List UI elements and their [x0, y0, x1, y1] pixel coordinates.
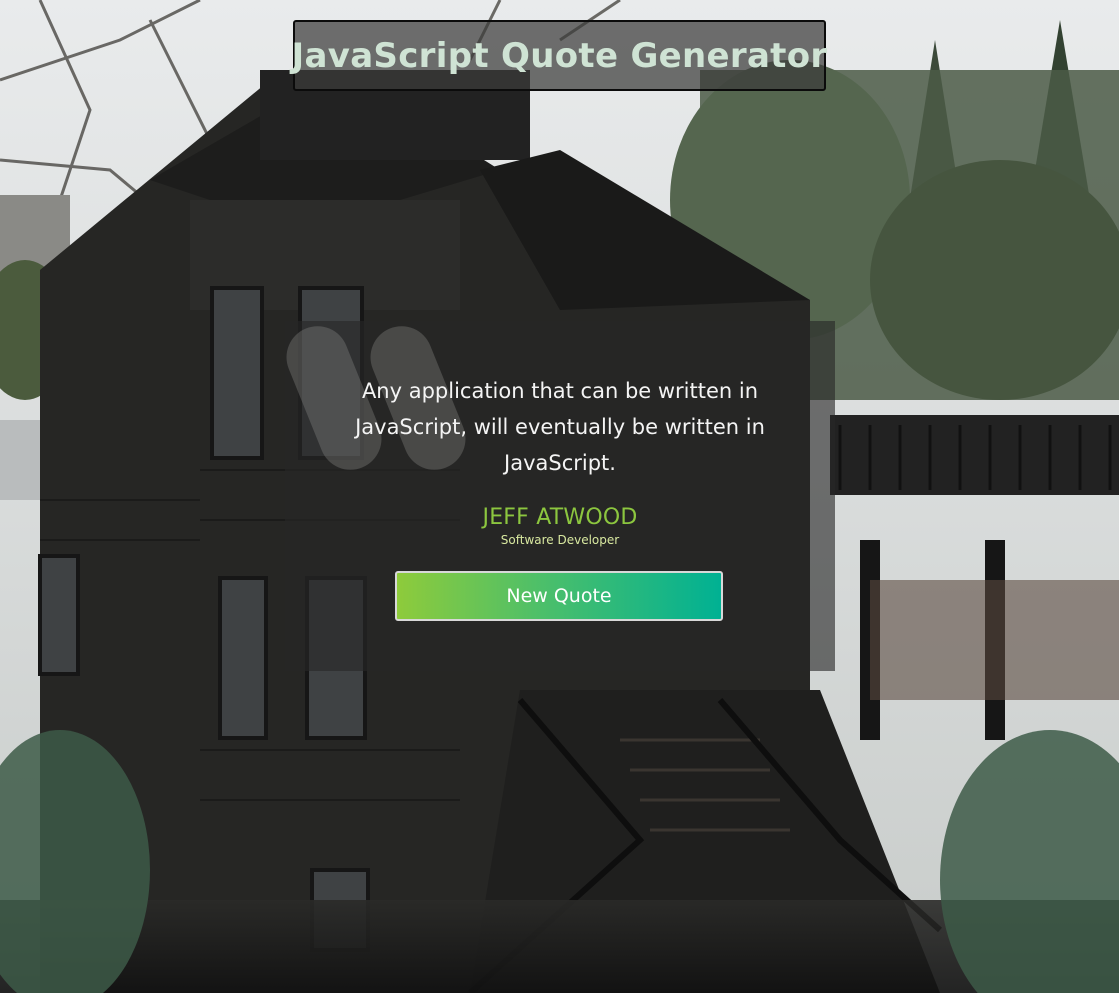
quote-card: Any application that can be written in J… — [285, 321, 835, 671]
quote-author-role: Software Developer — [500, 533, 620, 547]
page-title: JavaScript Quote Generator — [291, 35, 828, 76]
quote-author: JEFF ATWOOD — [482, 505, 638, 530]
new-quote-button[interactable]: New Quote — [395, 571, 723, 621]
title-banner: JavaScript Quote Generator — [291, 20, 828, 91]
quote-text: Any application that can be written in J… — [355, 379, 765, 475]
